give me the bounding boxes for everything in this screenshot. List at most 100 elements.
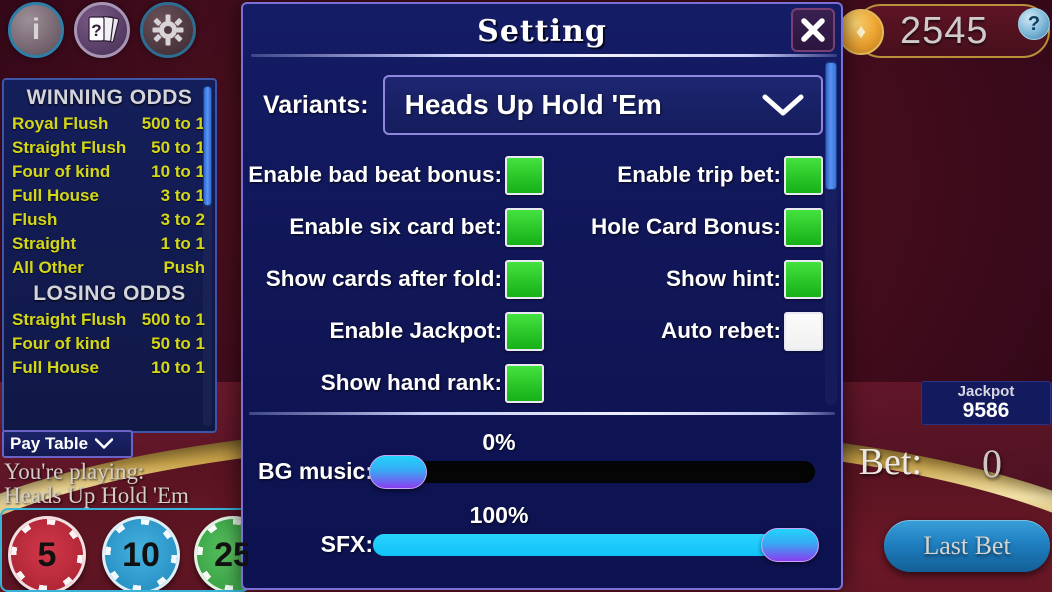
losing-odds-title: LOSING ODDS [33, 282, 186, 305]
odds-payout: 50 to 1 [151, 334, 205, 353]
chip-value: 10 [122, 535, 160, 574]
table-row: Flush 3 to 2 [10, 208, 209, 232]
sfx-slider-thumb[interactable] [761, 527, 819, 562]
chip-5[interactable]: 5 [8, 516, 86, 590]
last-bet-button[interactable]: Last Bet [884, 520, 1050, 572]
odds-payout: 3 to 2 [160, 210, 205, 229]
chip-value: 5 [37, 535, 57, 574]
checkbox-box[interactable] [505, 155, 544, 195]
game-screen: i ? ♦ 2545 WINNING ODDS Royal Flush 500 … [0, 0, 1052, 592]
checkbox-label: Show hand rank: [320, 370, 502, 395]
odds-name: Four of kind [12, 162, 111, 181]
coin-amount: 2545 [900, 9, 989, 52]
chip-10[interactable]: 10 [102, 516, 180, 590]
bg-music-slider-thumb[interactable] [369, 454, 427, 489]
sfx-percent: 100% [469, 502, 529, 528]
odds-payout: 50 to 1 [151, 138, 205, 157]
odds-name: Four of kind [12, 334, 111, 353]
bg-music-percent: 0% [482, 429, 516, 455]
settings-button[interactable] [140, 2, 196, 58]
odds-name: Straight Flush [12, 138, 127, 157]
checkbox-show-hand-rank[interactable]: Show hand rank: [255, 357, 544, 409]
table-row: Straight Flush 500 to 1 [10, 308, 209, 332]
checkbox-row: Show hand rank: [255, 357, 833, 409]
question-mark-icon[interactable]: ? [1018, 8, 1050, 40]
checkbox-box[interactable] [505, 207, 544, 247]
odds-payout: 10 to 1 [151, 162, 205, 181]
top-icon-bar: i ? [8, 2, 196, 58]
odds-name: All Other [12, 258, 84, 277]
sfx-slider-line: SFX: [243, 527, 845, 562]
checkbox-row-spacer [544, 357, 833, 409]
checkbox-box[interactable] [784, 259, 823, 299]
odds-name: Full House [12, 358, 99, 377]
settings-checkbox-grid: Enable bad beat bonus: Enable trip bet: … [248, 149, 833, 409]
sfx-slider-fill [373, 533, 815, 556]
odds-scrollbar-thumb[interactable] [203, 86, 212, 206]
odds-name: Royal Flush [12, 114, 109, 133]
coin-icon: ♦ [838, 9, 884, 55]
table-row: Four of kind 10 to 1 [10, 160, 209, 184]
odds-payout: 1 to 1 [160, 234, 205, 253]
checkbox-label: Auto rebet: [661, 318, 781, 343]
odds-panel[interactable]: WINNING ODDS Royal Flush 500 to 1 Straig… [2, 78, 217, 433]
close-icon [801, 18, 825, 42]
checkbox-label: Hole Card Bonus: [590, 214, 781, 239]
table-row: Full House 3 to 1 [10, 184, 209, 208]
odds-name: Straight [12, 234, 77, 253]
checkbox-show-cards-after-fold[interactable]: Show cards after fold: [255, 253, 544, 305]
table-row: Straight 1 to 1 [10, 232, 209, 256]
jackpot-value: 9586 [962, 398, 1010, 422]
info-button[interactable]: i [8, 2, 64, 58]
checkbox-box[interactable] [505, 311, 544, 351]
sfx-slider[interactable] [373, 527, 819, 562]
checkbox-row: Enable Jackpot: Auto rebet: [255, 305, 833, 357]
odds-payout: Push [163, 258, 205, 277]
bet-value: 0 [982, 441, 1002, 486]
odds-payout: 500 to 1 [141, 114, 205, 133]
bg-music-slider-line: BG music: [243, 454, 845, 489]
pay-table-dropdown[interactable]: Pay Table [2, 430, 133, 458]
chevron-down-icon [762, 94, 804, 116]
checkbox-enable-six-card-bet[interactable]: Enable six card bet: [255, 201, 544, 253]
checkbox-enable-jackpot[interactable]: Enable Jackpot: [255, 305, 544, 357]
gear-icon [152, 14, 184, 46]
odds-name: Flush [12, 210, 58, 229]
checkbox-enable-bad-beat-bonus[interactable]: Enable bad beat bonus: [248, 149, 544, 201]
bg-music-slider[interactable] [369, 454, 815, 489]
odds-payout: 10 to 1 [151, 358, 205, 377]
bet-label: Bet: [858, 441, 922, 483]
help-button[interactable]: ? [74, 2, 130, 58]
jackpot-badge[interactable]: Jackpot 9586 [921, 381, 1051, 425]
sfx-label: SFX: [320, 531, 373, 557]
table-row: Full House 10 to 1 [10, 356, 209, 380]
odds-scrollbar[interactable] [203, 86, 212, 426]
chip-value: 25 [214, 535, 250, 574]
checkbox-enable-trip-bet[interactable]: Enable trip bet: [544, 149, 833, 201]
checkbox-show-hint[interactable]: Show hint: [544, 253, 833, 305]
variants-select[interactable]: Heads Up Hold 'Em [382, 75, 823, 135]
playing-line-2: Heads Up Hold 'Em [4, 483, 189, 508]
checkbox-row: Show cards after fold: Show hint: [255, 253, 833, 305]
close-button[interactable] [791, 8, 835, 52]
checkbox-auto-rebet[interactable]: Auto rebet: [544, 305, 833, 357]
checkbox-hole-card-bonus[interactable]: Hole Card Bonus: [544, 201, 833, 253]
bg-music-label: BG music: [257, 458, 373, 484]
checkbox-box[interactable] [784, 207, 823, 247]
checkbox-label: Show cards after fold: [265, 266, 502, 291]
checkbox-row: Enable bad beat bonus: Enable trip bet: [248, 149, 833, 201]
checkbox-row: Enable six card bet: Hole Card Bonus: [255, 201, 833, 253]
odds-payout: 3 to 1 [160, 186, 205, 205]
checkbox-box[interactable] [784, 155, 823, 195]
chip-tray: 5 10 25 [0, 508, 250, 592]
checkbox-box[interactable] [505, 259, 544, 299]
checkbox-box[interactable] [784, 311, 823, 351]
odds-name: Straight Flush [12, 310, 127, 329]
checkbox-box[interactable] [505, 363, 544, 403]
cards-question-icon: ? [88, 15, 119, 43]
dialog-section-divider [249, 412, 835, 415]
winning-odds-title: WINNING ODDS [26, 86, 193, 109]
checkbox-label: Enable Jackpot: [329, 318, 502, 343]
info-icon: i [31, 13, 41, 46]
table-row: All Other Push [10, 256, 209, 280]
